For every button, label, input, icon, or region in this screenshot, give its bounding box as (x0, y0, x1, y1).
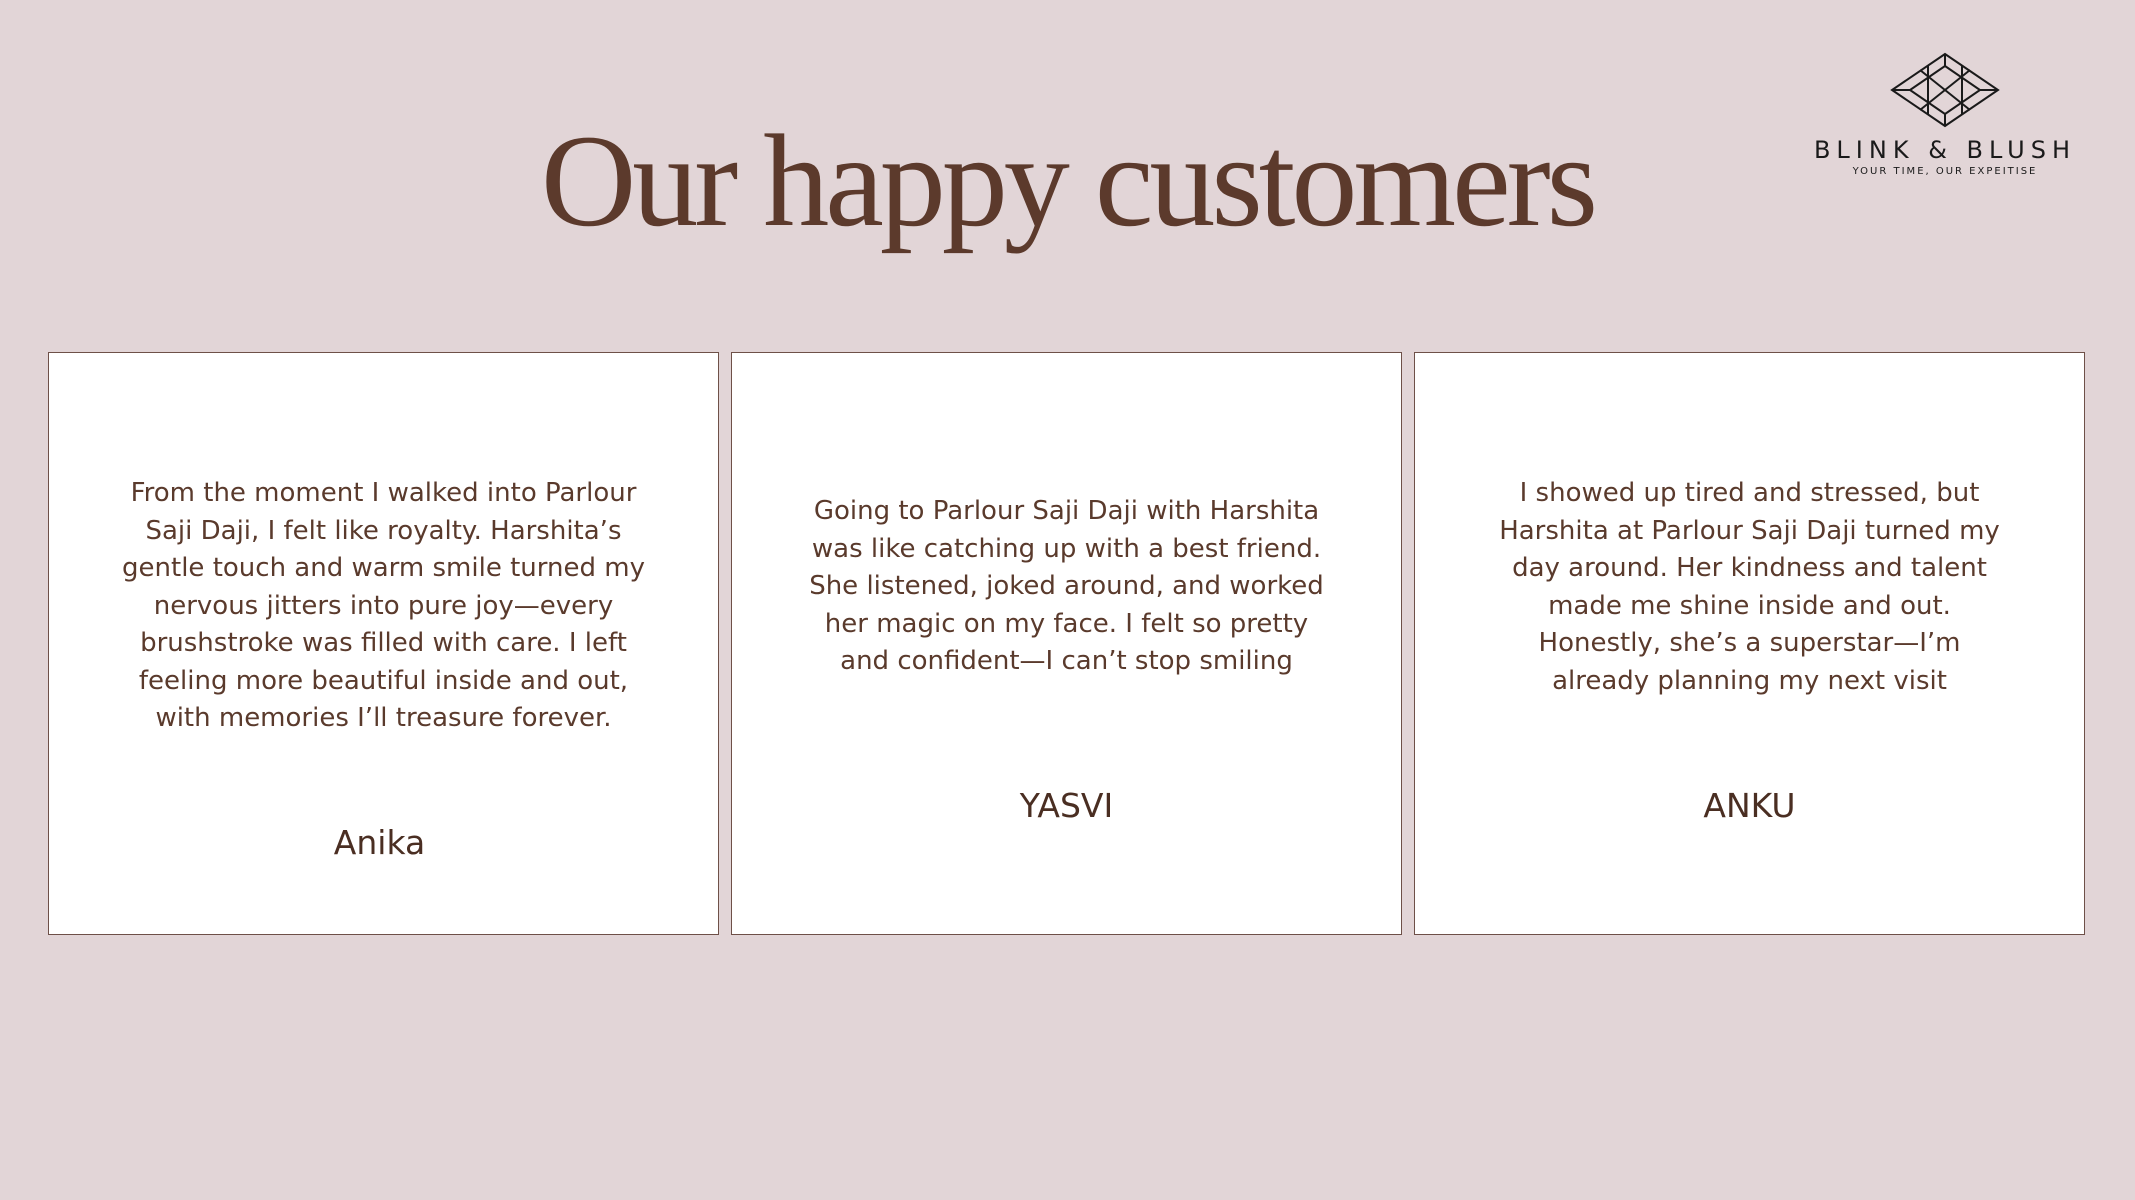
testimonial-card: From the moment I walked into Parlour Sa… (48, 352, 719, 935)
customer-name: YASVI (1019, 786, 1114, 825)
diamond-icon (1890, 52, 2000, 128)
testimonial-card: I showed up tired and stressed, but Hars… (1414, 352, 2085, 935)
testimonial-quote: From the moment I walked into Parlour Sa… (122, 478, 645, 733)
customer-name: ANKU (1703, 786, 1796, 825)
brand-logo: BLINK & BLUSH YOUR TIME, OUR EXPEITISE (1790, 52, 2100, 177)
brand-tagline: YOUR TIME, OUR EXPEITISE (1852, 166, 2038, 177)
testimonial-quote: I showed up tired and stressed, but Hars… (1499, 478, 2000, 696)
testimonial-quote: Going to Parlour Saji Daji with Harshita… (809, 496, 1324, 676)
brand-name: BLINK & BLUSH (1813, 136, 2077, 164)
testimonial-card: Going to Parlour Saji Daji with Harshita… (731, 352, 1402, 935)
customer-name: Anika (333, 823, 426, 862)
